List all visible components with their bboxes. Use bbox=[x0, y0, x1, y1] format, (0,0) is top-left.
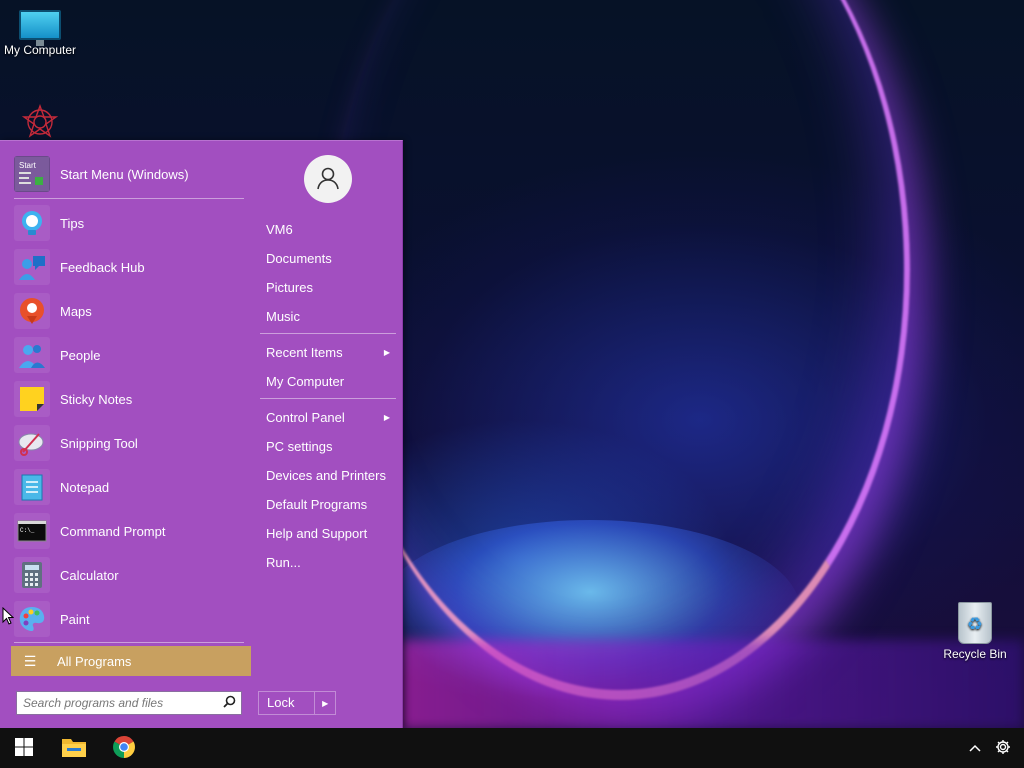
desktop-icon-my-computer[interactable]: My Computer bbox=[0, 10, 80, 57]
links-separator bbox=[260, 333, 396, 334]
submenu-arrow-icon: ▶ bbox=[383, 412, 390, 422]
settings-button[interactable] bbox=[990, 728, 1016, 768]
link-label: My Computer bbox=[266, 373, 345, 389]
taskbar bbox=[0, 728, 1024, 768]
app-item-label: People bbox=[60, 347, 101, 363]
taskbar-file-explorer[interactable] bbox=[50, 728, 98, 768]
chrome-icon bbox=[112, 735, 136, 762]
monitor-icon bbox=[19, 10, 61, 46]
app-item-calculator[interactable]: Calculator bbox=[10, 555, 248, 595]
svg-text:C:\_: C:\_ bbox=[20, 527, 35, 534]
all-programs-button[interactable]: ☰ All Programs bbox=[11, 646, 251, 676]
chevron-up-icon bbox=[969, 741, 981, 755]
windows-logo-icon bbox=[15, 737, 33, 759]
app-item-label: Tips bbox=[60, 215, 85, 231]
app-item-label: Paint bbox=[60, 611, 90, 627]
link-label: Documents bbox=[266, 250, 332, 266]
calculator-icon bbox=[14, 557, 50, 593]
app-item-label: Notepad bbox=[60, 479, 110, 495]
link-pictures[interactable]: Pictures bbox=[266, 275, 396, 299]
link-default-programs[interactable]: Default Programs bbox=[266, 492, 396, 516]
desktop-icon-star-logo[interactable] bbox=[0, 103, 80, 141]
link-label: Default Programs bbox=[266, 496, 368, 512]
link-documents[interactable]: Documents bbox=[266, 246, 396, 270]
all-programs-separator bbox=[14, 642, 244, 643]
app-item-people[interactable]: People bbox=[10, 335, 248, 375]
link-label: Run... bbox=[266, 554, 301, 570]
gear-icon bbox=[995, 739, 1011, 758]
start-button[interactable] bbox=[0, 728, 48, 768]
folder-icon bbox=[61, 736, 87, 761]
submenu-arrow-icon: ▶ bbox=[383, 347, 390, 357]
app-item-label: Maps bbox=[60, 303, 92, 319]
app-item-label: Start Menu (Windows) bbox=[60, 166, 189, 182]
feedback-hub-icon bbox=[14, 249, 50, 285]
app-item-label: Calculator bbox=[60, 567, 119, 583]
user-icon bbox=[315, 165, 341, 194]
mouse-cursor-icon bbox=[2, 606, 15, 625]
recycle-bin-icon bbox=[958, 602, 992, 644]
map-pin-icon bbox=[14, 293, 50, 329]
app-item-sticky-notes[interactable]: Sticky Notes bbox=[10, 379, 248, 419]
link-label: Help and Support bbox=[266, 525, 368, 541]
lock-button-group: Lock ▶ bbox=[258, 691, 336, 715]
lock-button[interactable]: Lock bbox=[259, 692, 316, 714]
link-devices-and-printers[interactable]: Devices and Printers bbox=[266, 463, 396, 487]
app-item-start-menu-windows[interactable]: Start Start Menu (Windows) bbox=[10, 154, 248, 194]
search-icon[interactable] bbox=[219, 695, 239, 711]
people-icon bbox=[14, 337, 50, 373]
app-item-label: Command Prompt bbox=[60, 523, 166, 539]
notepad-icon bbox=[14, 469, 50, 505]
svg-text:Start: Start bbox=[19, 161, 37, 170]
link-label: Devices and Printers bbox=[266, 467, 386, 483]
app-item-paint[interactable]: Paint bbox=[10, 599, 248, 639]
scissors-icon bbox=[14, 425, 50, 461]
link-recent-items[interactable]: Recent Items ▶ bbox=[266, 340, 396, 364]
app-item-label: Feedback Hub bbox=[60, 259, 145, 275]
link-vm6[interactable]: VM6 bbox=[266, 217, 396, 241]
app-item-label: Snipping Tool bbox=[60, 435, 138, 451]
link-pc-settings[interactable]: PC settings bbox=[266, 434, 396, 458]
app-item-notepad[interactable]: Notepad bbox=[10, 467, 248, 507]
link-label: Music bbox=[266, 308, 300, 324]
link-run[interactable]: Run... bbox=[266, 550, 396, 574]
lightbulb-icon bbox=[14, 205, 50, 241]
link-label: Recent Items bbox=[266, 344, 343, 360]
desktop-icon-recycle-bin[interactable]: Recycle Bin bbox=[935, 602, 1015, 661]
search-box bbox=[16, 691, 242, 715]
taskbar-chrome[interactable] bbox=[100, 728, 148, 768]
app-item-command-prompt[interactable]: C:\_ Command Prompt bbox=[10, 511, 248, 551]
link-label: VM6 bbox=[266, 221, 293, 237]
app-item-label: Sticky Notes bbox=[60, 391, 133, 407]
app-item-feedback-hub[interactable]: Feedback Hub bbox=[10, 247, 248, 287]
paint-palette-icon bbox=[14, 601, 50, 637]
pinned-separator bbox=[14, 198, 244, 199]
start-menu-pinned-list: Start Start Menu (Windows) Tips Feedback… bbox=[0, 141, 252, 729]
link-music[interactable]: Music bbox=[266, 304, 396, 328]
user-avatar[interactable] bbox=[304, 155, 352, 203]
app-item-tips[interactable]: Tips bbox=[10, 203, 248, 243]
app-item-maps[interactable]: Maps bbox=[10, 291, 248, 331]
desktop-icon-label: Recycle Bin bbox=[943, 647, 1007, 661]
start-menu-app-icon: Start bbox=[14, 156, 50, 192]
link-label: Control Panel bbox=[266, 409, 345, 425]
show-hidden-icons-button[interactable] bbox=[962, 728, 988, 768]
link-label: PC settings bbox=[266, 438, 333, 454]
sticky-note-icon bbox=[14, 381, 50, 417]
start-menu: Start Start Menu (Windows) Tips Feedback… bbox=[0, 140, 403, 728]
all-programs-label: All Programs bbox=[57, 653, 132, 669]
search-input[interactable] bbox=[23, 693, 219, 713]
link-my-computer[interactable]: My Computer bbox=[266, 369, 396, 393]
link-label: Pictures bbox=[266, 279, 313, 295]
list-icon: ☰ bbox=[23, 652, 37, 669]
star-logo-icon bbox=[18, 103, 62, 138]
links-separator bbox=[260, 398, 396, 399]
wallpaper-floor bbox=[400, 640, 1024, 728]
link-control-panel[interactable]: Control Panel ▶ bbox=[266, 405, 396, 429]
link-help-and-support[interactable]: Help and Support bbox=[266, 521, 396, 545]
app-item-snipping-tool[interactable]: Snipping Tool bbox=[10, 423, 248, 463]
start-menu-right-column: VM6 Documents Pictures Music Recent Item… bbox=[252, 141, 403, 729]
terminal-icon: C:\_ bbox=[14, 513, 50, 549]
lock-options-arrow-icon[interactable]: ▶ bbox=[315, 699, 335, 708]
